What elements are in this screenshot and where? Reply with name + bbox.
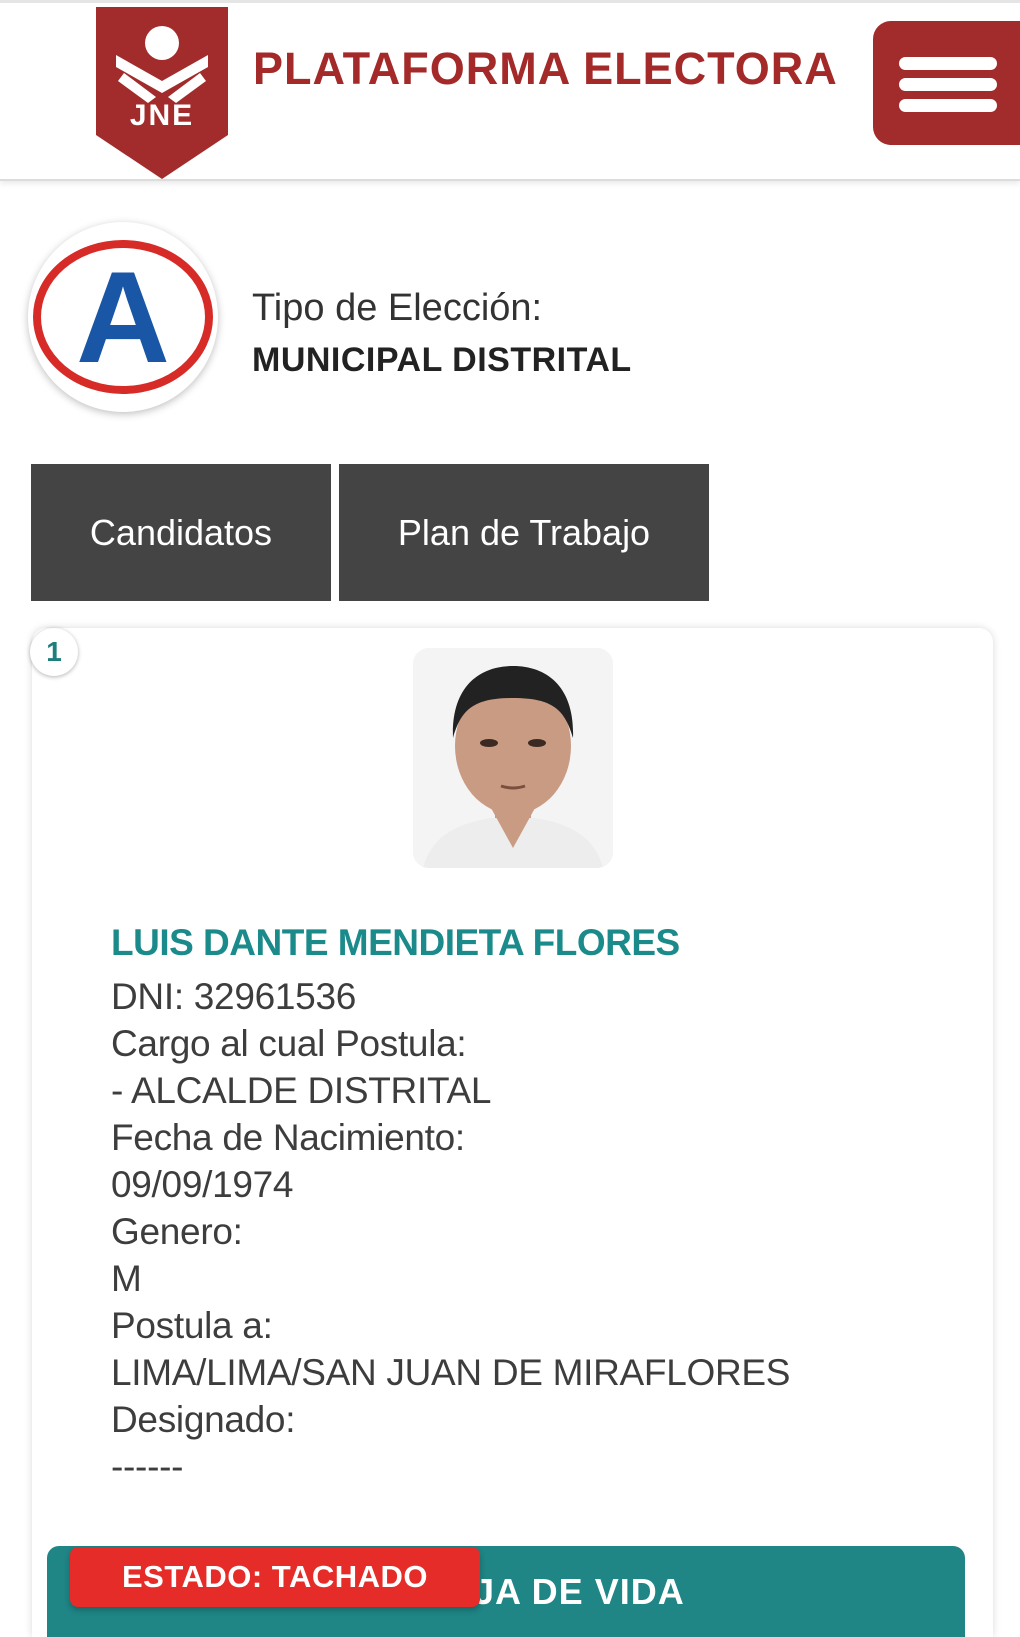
postula-value: LIMA/LIMA/SAN JUAN DE MIRAFLORES <box>111 1352 791 1393</box>
designado-value: ------ <box>111 1446 184 1487</box>
jne-logo[interactable]: JNE <box>96 7 228 179</box>
candidate-dni: DNI: 32961536 <box>111 976 357 1017</box>
jne-logo-text: JNE <box>130 99 194 132</box>
cargo-value: - ALCALDE DISTRITAL <box>111 1070 492 1111</box>
candidate-photo <box>413 648 613 868</box>
candidate-number-badge: 1 <box>30 628 78 676</box>
birth-date-value: 09/09/1974 <box>111 1164 294 1205</box>
election-type-value: MUNICIPAL DISTRITAL <box>252 341 632 379</box>
gender-value: M <box>111 1258 142 1299</box>
status-badge: ESTADO: TACHADO <box>70 1547 480 1607</box>
hamburger-menu-bar <box>899 99 997 112</box>
hamburger-menu-bar <box>899 78 997 91</box>
candidate-name[interactable]: LUIS DANTE MENDIETA FLORES <box>111 922 680 964</box>
jne-shield-icon: JNE <box>96 7 228 179</box>
tab-plan-de-trabajo[interactable]: Plan de Trabajo <box>339 464 709 601</box>
birth-date-label: Fecha de Nacimiento: <box>111 1117 465 1158</box>
hoja-de-vida-label: JA DE VIDA <box>474 1571 685 1612</box>
hamburger-menu-icon <box>899 57 997 70</box>
top-header: JNE PLATAFORMA ELECTORA <box>0 0 1020 181</box>
candidate-portrait-icon <box>413 648 613 868</box>
election-type-label: Tipo de Elección: <box>252 287 543 329</box>
gender-label: Genero: <box>111 1211 243 1252</box>
accion-popular-logo-icon: A <box>33 240 213 394</box>
tab-candidatos[interactable]: Candidatos <box>31 464 331 601</box>
designado-label: Designado: <box>111 1399 296 1440</box>
hamburger-menu-button[interactable] <box>873 21 1020 145</box>
cargo-label: Cargo al cual Postula: <box>111 1023 467 1064</box>
party-logo-letter: A <box>76 244 170 390</box>
postula-label: Postula a: <box>111 1305 273 1346</box>
party-logo: A <box>28 222 218 412</box>
app-title: PLATAFORMA ELECTORA <box>253 43 838 94</box>
